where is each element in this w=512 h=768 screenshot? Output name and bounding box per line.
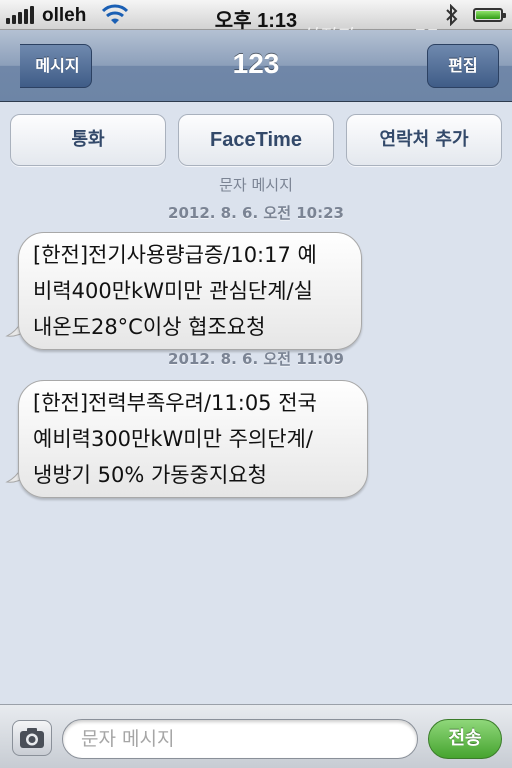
message-line: 비력400만kW미만 관심단계/실 <box>33 279 313 303</box>
received-message-bubble[interactable]: [한전]전력부족우려/11:05 전국 예비력300만kW미만 주의단계/ 냉방… <box>18 380 368 498</box>
add-contact-button[interactable]: 연락처 추가 <box>346 114 502 166</box>
navigation-bar: 메시지 123 편집 <box>0 30 512 102</box>
facetime-button[interactable]: FaceTime <box>178 114 334 166</box>
message-timestamp: 2012. 8. 6. 오전 11:09 <box>168 350 344 368</box>
call-button[interactable]: 통화 <box>10 114 166 166</box>
message-line: 내온도28°C이상 협조요청 <box>33 315 266 339</box>
message-line: [한전]전력부족우려/11:05 전국 <box>33 391 317 415</box>
thread-type-label: 문자 메시지 <box>219 176 293 194</box>
message-input[interactable] <box>62 719 418 759</box>
message-line: 냉방기 50% 가동중지요청 <box>33 463 267 487</box>
message-timestamp: 2012. 8. 6. 오전 10:23 <box>168 204 344 222</box>
message-line: 예비력300만kW미만 주의단계/ <box>33 427 313 451</box>
send-button[interactable]: 전송 <box>428 719 502 759</box>
camera-icon <box>20 728 44 748</box>
battery-icon <box>473 8 506 22</box>
received-message-bubble[interactable]: [한전]전기사용량급증/10:17 예 비력400만kW미만 관심단계/실 내온… <box>18 232 362 350</box>
message-line: [한전]전기사용량급증/10:17 예 <box>33 243 317 267</box>
edit-button[interactable]: 편집 <box>427 44 499 88</box>
composer-bar: 전송 <box>0 704 512 768</box>
contact-action-row: 통화 FaceTime 연락처 추가 <box>0 102 512 182</box>
camera-button[interactable] <box>12 720 52 756</box>
status-bar: olleh 오후 1:13 실전지 www.77g.com <box>0 0 512 47</box>
